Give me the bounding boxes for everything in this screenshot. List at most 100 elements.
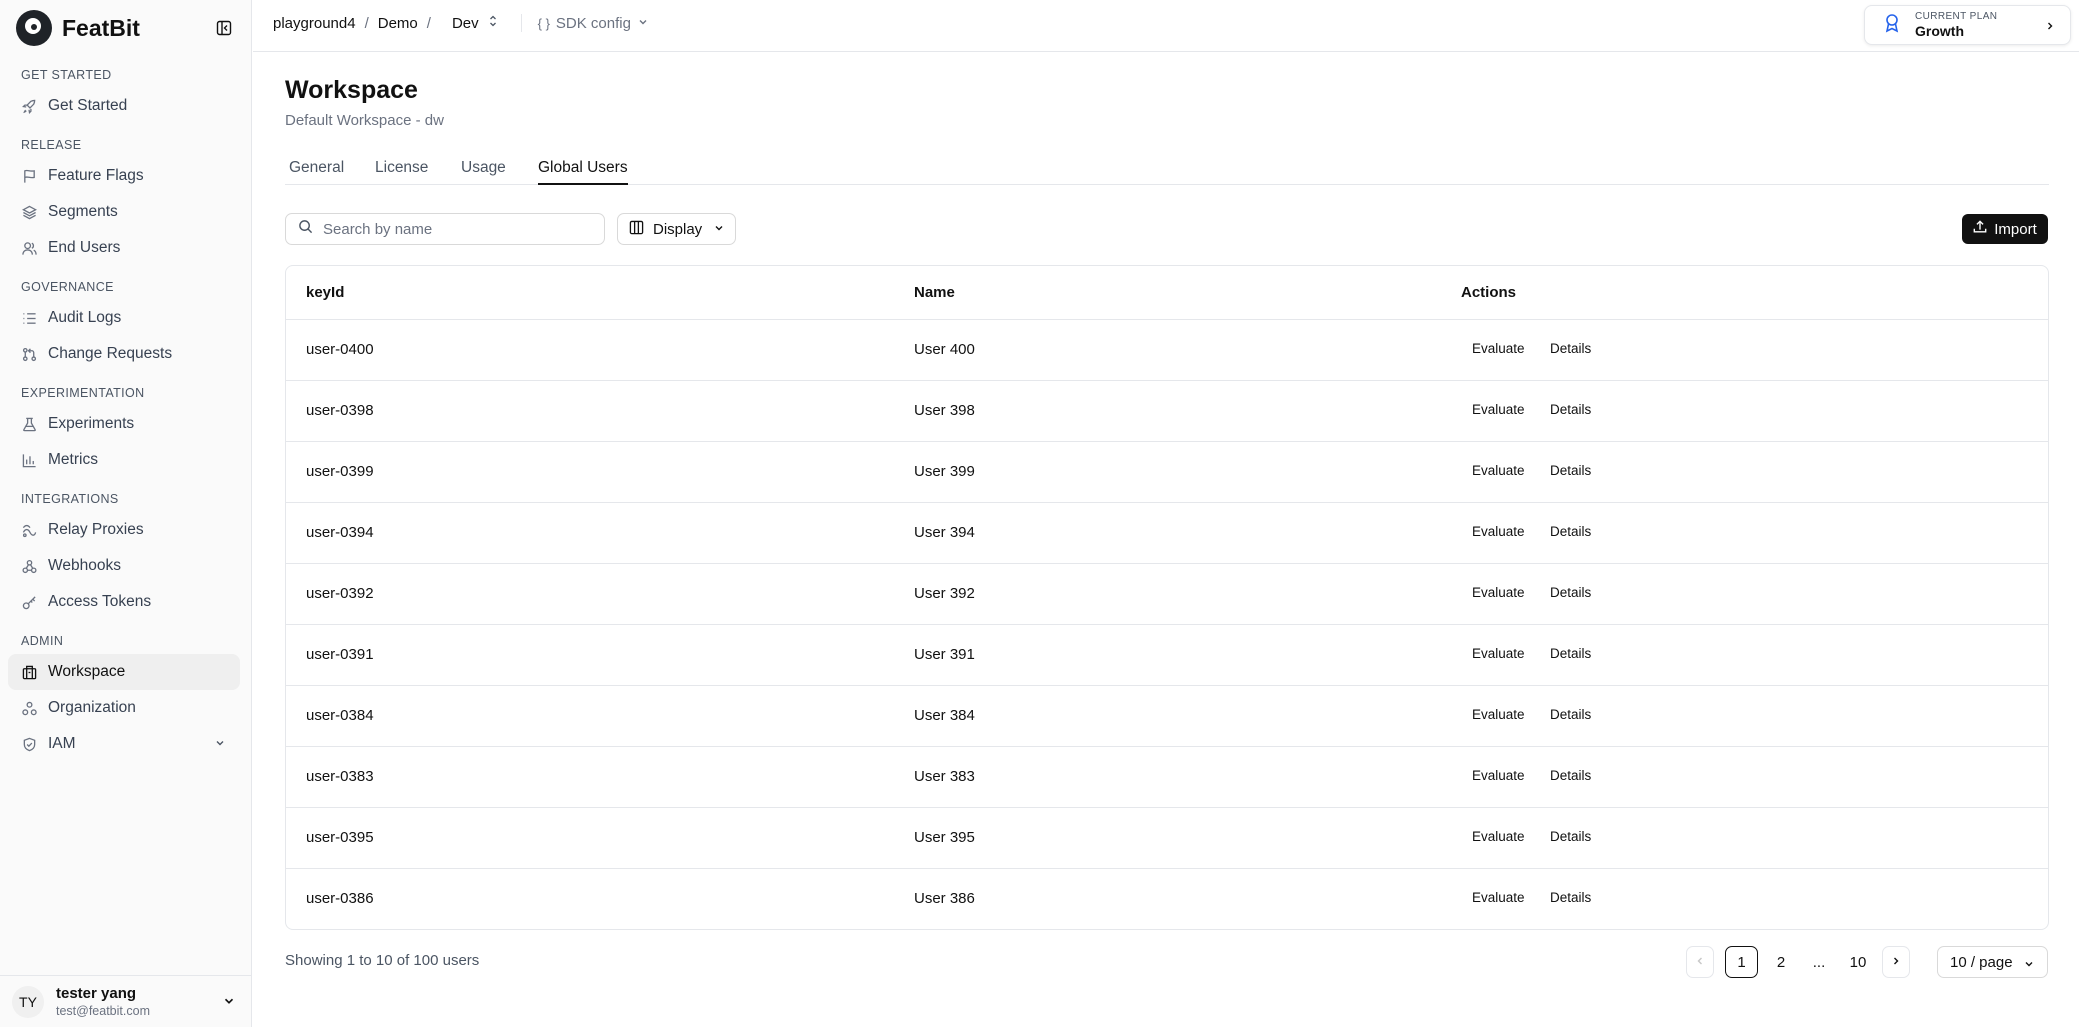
pagination-prev-button[interactable] — [1686, 946, 1714, 978]
details-button[interactable]: Details — [1550, 463, 1591, 478]
page-title: Workspace — [285, 76, 418, 104]
table-row: user-0383 User 383 Evaluate Details — [286, 747, 2048, 808]
pagination-ellipsis[interactable]: ... — [1803, 946, 1835, 978]
user-menu[interactable]: TY tester yang test@featbit.com — [0, 975, 252, 1027]
sidebar-item-label: Audit Logs — [48, 309, 122, 326]
evaluate-button[interactable]: Evaluate — [1472, 768, 1525, 783]
details-button[interactable]: Details — [1550, 829, 1591, 844]
sidebar-item-feature-flags[interactable]: Feature Flags — [8, 158, 240, 194]
table-row: user-0386 User 386 Evaluate Details — [286, 869, 2048, 929]
evaluate-button[interactable]: Evaluate — [1472, 341, 1525, 356]
evaluate-button[interactable]: Evaluate — [1472, 707, 1525, 722]
tab-general[interactable]: General — [289, 159, 344, 185]
sidebar-item-access-tokens[interactable]: Access Tokens — [8, 584, 240, 620]
sidebar-item-metrics[interactable]: Metrics — [8, 442, 240, 478]
search-input[interactable] — [323, 220, 583, 238]
details-button[interactable]: Details — [1550, 524, 1591, 539]
sidebar-item-organization[interactable]: Organization — [8, 690, 240, 726]
evaluate-button[interactable]: Evaluate — [1472, 829, 1525, 844]
nav-section-title: ADMIN — [21, 634, 64, 648]
cell-keyid: user-0399 — [306, 463, 374, 480]
plan-value: Growth — [1915, 23, 1964, 39]
current-plan-button[interactable]: CURRENT PLAN Growth — [1864, 5, 2071, 45]
flask-icon — [21, 416, 37, 432]
evaluate-button[interactable]: Evaluate — [1472, 524, 1525, 539]
sidebar-item-label: Get Started — [48, 97, 128, 114]
evaluate-button[interactable]: Evaluate — [1472, 890, 1525, 905]
sidebar-item-label: Relay Proxies — [48, 521, 144, 538]
key-icon — [21, 594, 37, 610]
tab-usage[interactable]: Usage — [461, 159, 506, 185]
details-button[interactable]: Details — [1550, 768, 1591, 783]
sdk-config-label: SDK config — [555, 14, 631, 32]
column-header-name: Name — [914, 284, 955, 301]
column-header-keyid: keyId — [306, 284, 345, 301]
sidebar-collapse-button[interactable] — [214, 18, 234, 38]
sidebar: FeatBit GET STARTED Get Started RELEASE … — [0, 0, 252, 1027]
pagination-page-2[interactable]: 2 — [1765, 946, 1797, 978]
details-button[interactable]: Details — [1550, 402, 1591, 417]
display-button[interactable]: Display — [617, 213, 736, 245]
import-label: Import — [1994, 220, 2037, 238]
table-header: keyId Name Actions — [286, 266, 2048, 320]
sdk-config-dropdown[interactable]: { } SDK config — [538, 15, 649, 32]
cell-keyid: user-0391 — [306, 646, 374, 663]
sidebar-item-workspace[interactable]: Workspace — [8, 654, 240, 690]
details-button[interactable]: Details — [1550, 707, 1591, 722]
details-button[interactable]: Details — [1550, 585, 1591, 600]
cell-keyid: user-0392 — [306, 585, 374, 602]
chevron-down-icon — [637, 15, 649, 32]
cell-name: User 399 — [914, 463, 975, 480]
evaluate-button[interactable]: Evaluate — [1472, 646, 1525, 661]
page-size-select[interactable]: 10 / page — [1937, 946, 2048, 978]
import-button[interactable]: Import — [1962, 214, 2048, 244]
nav-section-title: RELEASE — [21, 138, 82, 152]
user-name: tester yang — [56, 985, 137, 1002]
details-button[interactable]: Details — [1550, 341, 1591, 356]
breadcrumb-project[interactable]: Demo — [378, 15, 418, 32]
columns-icon — [629, 220, 644, 239]
webhook-icon — [21, 558, 37, 574]
page-subtitle: Default Workspace - dw — [285, 112, 444, 129]
table-row: user-0398 User 398 Evaluate Details — [286, 381, 2048, 442]
list-icon — [21, 310, 37, 326]
organization-icon — [21, 700, 37, 716]
cell-name: User 391 — [914, 646, 975, 663]
sidebar-item-get-started[interactable]: Get Started — [8, 88, 240, 124]
details-button[interactable]: Details — [1550, 646, 1591, 661]
details-button[interactable]: Details — [1550, 890, 1591, 905]
flag-icon — [21, 168, 37, 184]
shield-icon — [21, 736, 37, 752]
sidebar-item-label: Metrics — [48, 451, 98, 468]
sidebar-item-label: Webhooks — [48, 557, 121, 574]
evaluate-button[interactable]: Evaluate — [1472, 585, 1525, 600]
sidebar-item-change-requests[interactable]: Change Requests — [8, 336, 240, 372]
search-icon — [298, 219, 313, 239]
sidebar-item-relay-proxies[interactable]: Relay Proxies — [8, 512, 240, 548]
evaluate-button[interactable]: Evaluate — [1472, 463, 1525, 478]
sidebar-item-iam[interactable]: IAM — [8, 726, 240, 762]
sidebar-item-end-users[interactable]: End Users — [8, 230, 240, 266]
sidebar-item-webhooks[interactable]: Webhooks — [8, 548, 240, 584]
plan-label: CURRENT PLAN — [1915, 11, 1998, 22]
cell-name: User 400 — [914, 341, 975, 358]
tab-license[interactable]: License — [375, 159, 428, 185]
pagination-page-1[interactable]: 1 — [1725, 946, 1758, 978]
upload-icon — [1973, 220, 1987, 238]
evaluate-button[interactable]: Evaluate — [1472, 402, 1525, 417]
nav-section-title: GET STARTED — [21, 68, 112, 82]
chevron-down-icon — [222, 994, 236, 1013]
cell-keyid: user-0384 — [306, 707, 374, 724]
pagination-page-10[interactable]: 10 — [1841, 946, 1875, 978]
sidebar-item-segments[interactable]: Segments — [8, 194, 240, 230]
sidebar-item-audit-logs[interactable]: Audit Logs — [8, 300, 240, 336]
environment-selector[interactable]: Dev — [452, 14, 499, 32]
sidebar-item-experiments[interactable]: Experiments — [8, 406, 240, 442]
breadcrumb-organization[interactable]: playground4 — [273, 15, 356, 32]
tab-global-users[interactable]: Global Users — [538, 159, 628, 185]
brand[interactable]: FeatBit — [16, 10, 140, 46]
pagination-summary: Showing 1 to 10 of 100 users — [285, 952, 480, 969]
pagination-next-button[interactable] — [1882, 946, 1910, 978]
sidebar-item-label: Feature Flags — [48, 167, 144, 184]
building-icon — [21, 664, 37, 680]
